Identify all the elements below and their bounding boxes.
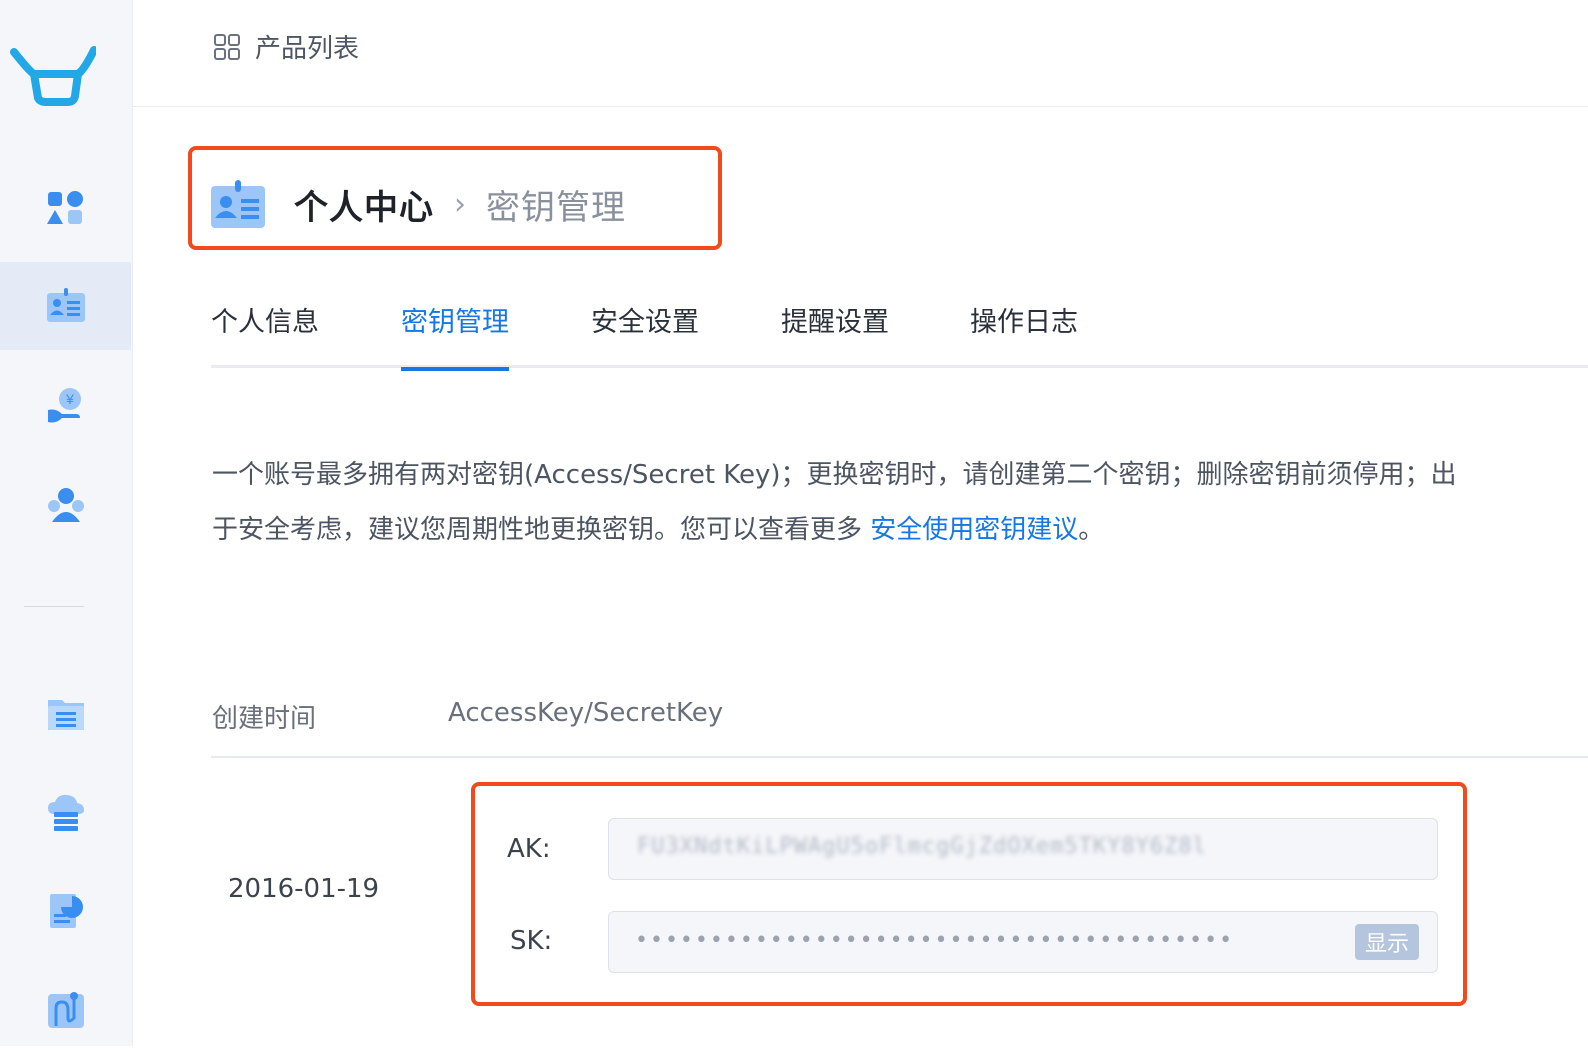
report-icon <box>49 894 83 928</box>
topbar: 产品列表 <box>133 0 1588 107</box>
sidebar-item-workflow[interactable] <box>0 964 131 1052</box>
active-tab-indicator <box>401 367 509 371</box>
tab-security-settings[interactable]: 安全设置 <box>591 300 699 368</box>
logo-icon[interactable] <box>10 42 96 106</box>
product-list-button[interactable]: 产品列表 <box>213 28 359 65</box>
sidebar-item-user-group[interactable] <box>0 460 131 548</box>
key-policy-description: 一个账号最多拥有两对密钥(Access/Secret Key)；更换密钥时，请创… <box>212 460 1457 545</box>
breadcrumb-current: 密钥管理 <box>486 187 626 228</box>
ak-label: AK: <box>507 834 551 864</box>
column-header-keys: AccessKey/SecretKey <box>448 698 724 728</box>
cloud-storage-icon <box>47 794 84 831</box>
chevron-right-icon: › <box>454 186 466 222</box>
show-secret-button[interactable]: 显示 <box>1355 924 1419 960</box>
key-security-advice-link[interactable]: 安全使用密钥建议 <box>870 515 1078 545</box>
tab-key-management[interactable]: 密钥管理 <box>401 300 509 371</box>
sidebar: ¥ <box>0 0 133 1046</box>
sidebar-divider <box>24 606 84 607</box>
products-icon <box>46 191 83 224</box>
column-header-created: 创建时间 <box>212 704 317 734</box>
sidebar-item-documents[interactable] <box>0 670 131 758</box>
grid-icon <box>214 33 240 60</box>
sidebar-item-personal-center[interactable] <box>0 262 131 350</box>
created-date: 2016-01-19 <box>228 874 380 904</box>
sk-label: SK: <box>510 926 553 956</box>
personal-center-icon <box>211 180 265 228</box>
sidebar-item-products[interactable] <box>0 164 131 252</box>
tab-reminder-settings[interactable]: 提醒设置 <box>781 300 889 368</box>
workflow-icon <box>47 992 84 1028</box>
tab-bar: 个人信息 密钥管理 安全设置 提醒设置 操作日志 <box>211 290 1588 371</box>
sidebar-item-billing[interactable]: ¥ <box>0 362 131 450</box>
product-list-label: 产品列表 <box>255 34 360 64</box>
table-header-divider <box>211 756 1588 758</box>
documents-icon <box>47 700 84 730</box>
tab-personal-info[interactable]: 个人信息 <box>211 300 319 368</box>
breadcrumb-root[interactable]: 个人中心 <box>294 180 434 229</box>
tab-operation-log[interactable]: 操作日志 <box>970 300 1078 368</box>
secret-key-masked: •••••••••••••••••••••••••••••••••••••••• <box>635 928 1235 953</box>
personal-center-icon <box>46 288 85 322</box>
sidebar-item-cloud-storage[interactable] <box>0 768 131 856</box>
access-key-value: FU3XNdtKiLPWAgU5oFlmcgGjZdOXem5TKY8Y6Z8l <box>637 834 1207 859</box>
billing-icon: ¥ <box>47 388 81 423</box>
sidebar-item-report[interactable] <box>0 866 131 954</box>
svg-text:¥: ¥ <box>65 391 74 407</box>
access-key-field[interactable]: FU3XNdtKiLPWAgU5oFlmcgGjZdOXem5TKY8Y6Z8l <box>608 818 1438 880</box>
secret-key-field[interactable]: ••••••••••••••••••••••••••••••••••••••••… <box>608 911 1438 973</box>
breadcrumb: 个人中心 › 密钥管理 <box>210 175 626 233</box>
user-group-icon <box>47 488 84 522</box>
